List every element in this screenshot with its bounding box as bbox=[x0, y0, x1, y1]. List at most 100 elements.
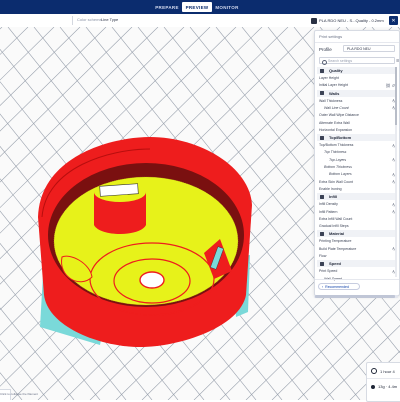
category-label: Walls bbox=[329, 90, 340, 96]
settings-list: Quality Layer Height Initial Layer Height ⛓… bbox=[315, 67, 399, 281]
tab-monitor[interactable]: MONITOR bbox=[212, 2, 242, 12]
setting-row[interactable]: Bottom Thickness bbox=[315, 164, 399, 170]
setting-row[interactable]: Infill Density 𝑓ₓ bbox=[315, 201, 399, 207]
category-walls[interactable]: Walls bbox=[317, 89, 397, 97]
topbottom-icon bbox=[320, 135, 324, 140]
setting-row[interactable]: Extra Skin Wall Count 𝑓ₓ bbox=[315, 179, 399, 185]
setting-row[interactable]: Flow bbox=[315, 253, 399, 259]
category-label: Material bbox=[329, 231, 345, 237]
recommended-label: Recommended bbox=[325, 284, 349, 289]
setting-label: Alternate Extra Wall bbox=[319, 120, 350, 125]
scrollbar-thumb[interactable] bbox=[315, 295, 395, 298]
spool-icon bbox=[371, 384, 375, 389]
color-scheme-label: Color scheme bbox=[77, 17, 102, 22]
stage-tabs: PREPARE PREVIEW MONITOR bbox=[152, 2, 242, 12]
color-scheme-dropdown[interactable]: Line Type bbox=[101, 17, 118, 22]
setting-label: Layer Height bbox=[319, 76, 339, 80]
top-navigation-bar: PREPARE PREVIEW MONITOR bbox=[0, 0, 400, 14]
setting-row[interactable]: Top Thickness bbox=[315, 149, 399, 155]
setting-label: Extra Skin Wall Count bbox=[319, 179, 353, 184]
setting-label: Top/Bottom Thickness bbox=[319, 143, 354, 148]
setting-label: Bottom Layers bbox=[329, 172, 352, 177]
close-settings-button[interactable]: ✕ bbox=[389, 16, 398, 25]
print-settings-summary-button[interactable]: PLA RDO NEU - S...Quality - 0.2mm bbox=[311, 16, 387, 25]
setting-label: Horizontal Expansion bbox=[319, 127, 353, 132]
category-quality[interactable]: Quality bbox=[317, 67, 397, 74]
setting-row[interactable]: Alternate Extra Wall bbox=[315, 120, 399, 126]
setting-row[interactable]: Outer Wall Wipe Distance bbox=[315, 112, 399, 118]
setting-label: Printing Temperature bbox=[319, 239, 352, 244]
setting-label: Infill Density bbox=[319, 202, 338, 207]
category-infill[interactable]: Infill bbox=[317, 193, 397, 201]
setting-label: Bottom Thickness bbox=[324, 165, 352, 169]
search-settings-input[interactable]: Search settings bbox=[319, 57, 395, 65]
setting-row[interactable]: Wall Thickness 𝑓ₓ bbox=[315, 98, 399, 104]
setting-label: Extra Infill Wall Count bbox=[319, 216, 353, 221]
chevron-left-icon: ‹ bbox=[322, 284, 324, 289]
settings-scrollbar[interactable] bbox=[395, 67, 397, 277]
category-label: Infill bbox=[329, 194, 338, 200]
setting-row[interactable]: Gradual Infill Steps bbox=[315, 223, 399, 229]
panel-title: Print settings bbox=[319, 34, 343, 39]
setting-row[interactable]: Printing Temperature bbox=[315, 238, 399, 244]
tab-prepare[interactable]: PREPARE bbox=[152, 2, 182, 12]
setting-label: Gradual Infill Steps bbox=[319, 224, 349, 229]
setting-row[interactable]: Horizontal Expansion bbox=[315, 127, 399, 133]
setting-row[interactable]: Print Speed 𝑓ₓ bbox=[315, 268, 399, 274]
panel-horizontal-scrollbar[interactable] bbox=[314, 295, 398, 298]
setting-label: Top Layers bbox=[329, 157, 347, 162]
quality-icon bbox=[320, 68, 324, 73]
printer-icon bbox=[311, 17, 317, 24]
material-usage: 13g · 4.4m bbox=[378, 384, 398, 389]
profile-dropdown[interactable]: PLA RDO NEU bbox=[343, 45, 395, 52]
corner-hint-label: Click to collapse the filament bbox=[0, 392, 39, 396]
setting-row[interactable]: Top/Bottom Thickness 𝑓ₓ bbox=[315, 142, 399, 148]
material-icon bbox=[320, 231, 324, 236]
search-placeholder: Search settings bbox=[328, 58, 353, 63]
category-speed[interactable]: Speed bbox=[317, 260, 397, 268]
setting-label: Flow bbox=[319, 254, 327, 258]
link-reset-icon[interactable]: ⛓ ↺ bbox=[385, 83, 395, 88]
setting-row[interactable]: Layer Height bbox=[315, 75, 399, 81]
setting-label: Build Plate Temperature bbox=[319, 246, 357, 251]
setting-label: Outer Wall Wipe Distance bbox=[319, 113, 359, 118]
divider bbox=[315, 279, 399, 280]
view-toolbar-buttons[interactable] bbox=[6, 17, 66, 25]
tab-preview[interactable]: PREVIEW bbox=[182, 2, 212, 12]
print-estimate-card[interactable]: 1 hour 4 13g · 4.4m bbox=[366, 362, 400, 402]
clock-icon bbox=[371, 368, 377, 374]
infill-icon bbox=[320, 194, 324, 199]
setting-row[interactable]: Build Plate Temperature 𝑓ₓ bbox=[315, 246, 399, 252]
walls-icon bbox=[320, 91, 324, 96]
setting-row[interactable]: Wall Line Count 𝑓ₓ bbox=[315, 105, 399, 111]
speed-icon bbox=[320, 261, 324, 266]
recommended-button[interactable]: ‹ Recommended bbox=[318, 283, 360, 290]
setting-row[interactable]: Extra Infill Wall Count bbox=[315, 216, 399, 222]
divider bbox=[315, 42, 399, 43]
print-settings-panel: Print settings Profile PLA RDO NEU Searc… bbox=[314, 30, 400, 296]
setting-row[interactable]: Bottom Layers 𝑓ₓ bbox=[315, 171, 399, 177]
viewport-toolbar: Color scheme Line Type PLA RDO NEU - S..… bbox=[0, 14, 400, 28]
category-label: Quality bbox=[329, 68, 343, 73]
print-time: 1 hour 4 bbox=[380, 368, 395, 374]
category-material[interactable]: Material bbox=[317, 230, 397, 238]
setting-label: Wall Line Count bbox=[324, 105, 349, 110]
menu-icon[interactable]: ☰ bbox=[396, 58, 399, 63]
setting-label: Enable Ironing bbox=[319, 186, 342, 191]
setting-label: Infill Pattern bbox=[319, 209, 338, 214]
setting-row[interactable]: Top Layers 𝑓ₓ bbox=[315, 157, 399, 163]
print-time-row: 1 hour 4 bbox=[371, 368, 395, 374]
category-label: Speed bbox=[329, 261, 342, 267]
setting-label: Top Thickness bbox=[324, 150, 347, 155]
setting-row[interactable]: Enable Ironing bbox=[315, 186, 399, 192]
search-icon bbox=[322, 59, 327, 65]
setting-row[interactable]: Infill Pattern 𝑓ₓ bbox=[315, 209, 399, 215]
scrollbar-thumb[interactable] bbox=[395, 67, 397, 125]
setting-row[interactable]: Initial Layer Height ⛓ ↺ bbox=[315, 82, 399, 88]
category-top-bottom[interactable]: Top/Bottom bbox=[317, 134, 397, 142]
setting-label: Print Speed bbox=[319, 269, 338, 274]
divider bbox=[367, 378, 400, 379]
profile-label: Profile bbox=[319, 47, 332, 52]
category-label: Top/Bottom bbox=[329, 135, 352, 141]
close-icon: ✕ bbox=[391, 17, 396, 24]
